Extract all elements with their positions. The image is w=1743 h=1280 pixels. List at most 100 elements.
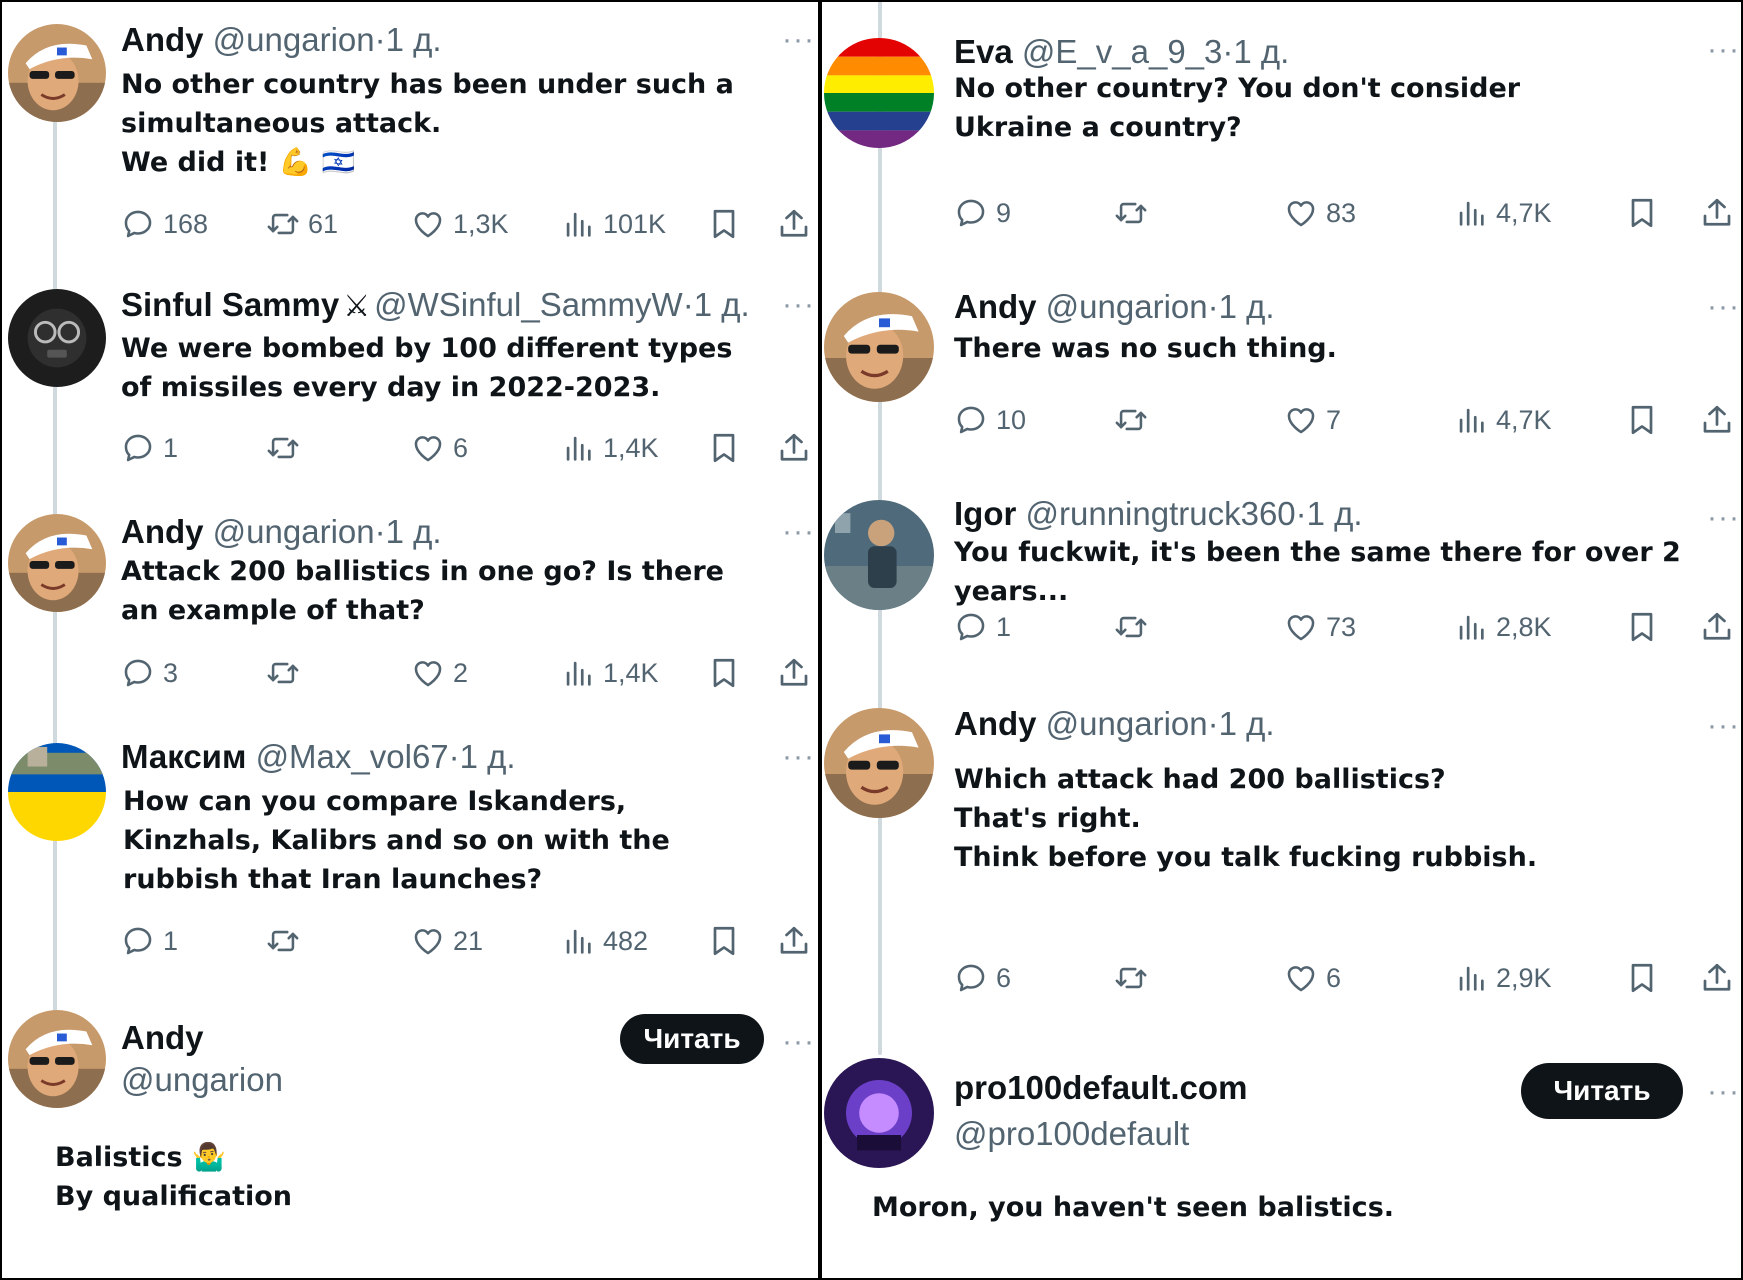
bookmark-button[interactable]	[706, 921, 742, 961]
bookmark-button[interactable]	[706, 653, 742, 693]
share-button[interactable]	[1699, 400, 1735, 440]
avatar[interactable]	[824, 1058, 934, 1168]
reply-button[interactable]: 1	[954, 607, 1011, 647]
more-options-icon[interactable]: ···	[782, 25, 815, 55]
more-options-icon[interactable]: ···	[782, 517, 815, 547]
timestamp[interactable]: 1 д.	[1307, 495, 1363, 532]
bookmark-button[interactable]	[1624, 958, 1660, 998]
reply-button[interactable]: 3	[121, 653, 178, 693]
share-button[interactable]	[776, 428, 812, 468]
timestamp[interactable]: 1 д.	[1219, 705, 1275, 742]
tweet[interactable]: Andy @ungarion·1 д. ··· Which attack had…	[822, 688, 1743, 1018]
timestamp[interactable]: 1 д.	[1233, 33, 1289, 70]
bookmark-button[interactable]	[1624, 607, 1660, 647]
display-name[interactable]: Andy	[121, 21, 204, 58]
retweet-button[interactable]	[1114, 607, 1156, 647]
username[interactable]: @ungarion	[213, 21, 375, 58]
retweet-button[interactable]	[266, 428, 308, 468]
display-name[interactable]: Eva	[954, 33, 1013, 70]
more-options-icon[interactable]: ···	[1707, 1077, 1740, 1107]
views-button[interactable]: 1,4K	[561, 653, 659, 693]
display-name[interactable]: Sinful Sammy	[121, 286, 339, 323]
tweet[interactable]: Igor @runningtruck360·1 д. ··· You fuckw…	[822, 478, 1743, 678]
more-options-icon[interactable]: ···	[782, 1027, 815, 1057]
more-options-icon[interactable]: ···	[1707, 35, 1740, 65]
retweet-button[interactable]	[1114, 193, 1156, 233]
share-button[interactable]	[776, 653, 812, 693]
more-options-icon[interactable]: ···	[1707, 711, 1740, 741]
reply-button[interactable]: 1	[121, 921, 178, 961]
bookmark-button[interactable]	[706, 428, 742, 468]
timestamp[interactable]: 1 д.	[386, 21, 442, 58]
tweet[interactable]: Eva @E_v_a_9_3·1 д. ··· No other country…	[822, 0, 1743, 260]
username[interactable]: @WSinful_SammyW	[374, 286, 683, 323]
views-button[interactable]: 2,8K	[1454, 607, 1552, 647]
tweet[interactable]: Sinful Sammy ⚔ @WSinful_SammyW·1 д. ··· We…	[0, 265, 818, 485]
reply-button[interactable]: 168	[121, 204, 208, 244]
display-name[interactable]: Andy	[121, 513, 204, 550]
reply-button[interactable]: 1	[121, 428, 178, 468]
timestamp[interactable]: 1 д.	[386, 513, 442, 550]
follow-button[interactable]: Читать	[1521, 1063, 1683, 1119]
bookmark-button[interactable]	[1624, 193, 1660, 233]
timestamp[interactable]: 1 д.	[1219, 288, 1275, 325]
more-options-icon[interactable]: ···	[782, 742, 815, 772]
reply-button[interactable]: 9	[954, 193, 1011, 233]
bookmark-button[interactable]	[1624, 400, 1660, 440]
like-button[interactable]: 83	[1284, 193, 1356, 233]
display-name[interactable]: Максим	[121, 738, 246, 775]
username[interactable]: @ungarion	[213, 513, 375, 550]
reply-button[interactable]: 10	[954, 400, 1026, 440]
share-button[interactable]	[1699, 193, 1735, 233]
retweet-button[interactable]: 61	[266, 204, 338, 244]
more-options-icon[interactable]: ···	[1707, 503, 1740, 533]
profile-name[interactable]: pro100default.com	[954, 1068, 1247, 1108]
views-button[interactable]: 4,7K	[1454, 400, 1552, 440]
avatar[interactable]	[8, 743, 106, 841]
share-button[interactable]	[1699, 607, 1735, 647]
retweet-button[interactable]	[266, 653, 308, 693]
avatar[interactable]	[8, 514, 106, 612]
bookmark-button[interactable]	[706, 204, 742, 244]
reply-button[interactable]: 6	[954, 958, 1011, 998]
views-button[interactable]: 482	[561, 921, 648, 961]
retweet-button[interactable]	[1114, 400, 1156, 440]
avatar[interactable]	[8, 1010, 106, 1108]
views-button[interactable]: 101K	[561, 204, 666, 244]
profile-name[interactable]: Andy	[121, 1018, 204, 1058]
display-name[interactable]: Andy	[954, 288, 1037, 325]
tweet[interactable]: Andy @ungarion·1 д. ··· No other country…	[0, 0, 818, 260]
profile-handle[interactable]: @pro100default	[954, 1114, 1189, 1154]
more-options-icon[interactable]: ···	[782, 290, 815, 320]
username[interactable]: @runningtruck360	[1026, 495, 1296, 532]
profile-handle[interactable]: @ungarion	[121, 1060, 283, 1100]
like-button[interactable]: 1,3K	[411, 204, 509, 244]
timestamp[interactable]: 1 д.	[694, 286, 750, 323]
views-button[interactable]: 2,9K	[1454, 958, 1552, 998]
display-name[interactable]: Andy	[954, 705, 1037, 742]
avatar[interactable]	[824, 292, 934, 402]
like-button[interactable]: 73	[1284, 607, 1356, 647]
share-button[interactable]	[1699, 958, 1735, 998]
username[interactable]: @Max_vol67	[256, 738, 449, 775]
follow-button[interactable]: Читать	[620, 1014, 764, 1064]
like-button[interactable]: 6	[1284, 958, 1341, 998]
username[interactable]: @E_v_a_9_3	[1022, 33, 1222, 70]
like-button[interactable]: 2	[411, 653, 468, 693]
timestamp[interactable]: 1 д.	[460, 738, 516, 775]
views-button[interactable]: 1,4K	[561, 428, 659, 468]
tweet[interactable]: Andy @ungarion·1 д. ··· There was no suc…	[822, 265, 1743, 470]
retweet-button[interactable]	[266, 921, 308, 961]
avatar[interactable]	[824, 708, 934, 818]
display-name[interactable]: Igor	[954, 495, 1016, 532]
username[interactable]: @ungarion	[1046, 705, 1208, 742]
avatar[interactable]	[824, 500, 934, 610]
retweet-button[interactable]	[1114, 958, 1156, 998]
more-options-icon[interactable]: ···	[1707, 292, 1740, 322]
like-button[interactable]: 6	[411, 428, 468, 468]
share-button[interactable]	[776, 921, 812, 961]
tweet[interactable]: Максим @Max_vol67·1 д. ··· How can you c…	[0, 715, 818, 980]
share-button[interactable]	[776, 204, 812, 244]
like-button[interactable]: 21	[411, 921, 483, 961]
avatar[interactable]	[8, 289, 106, 387]
